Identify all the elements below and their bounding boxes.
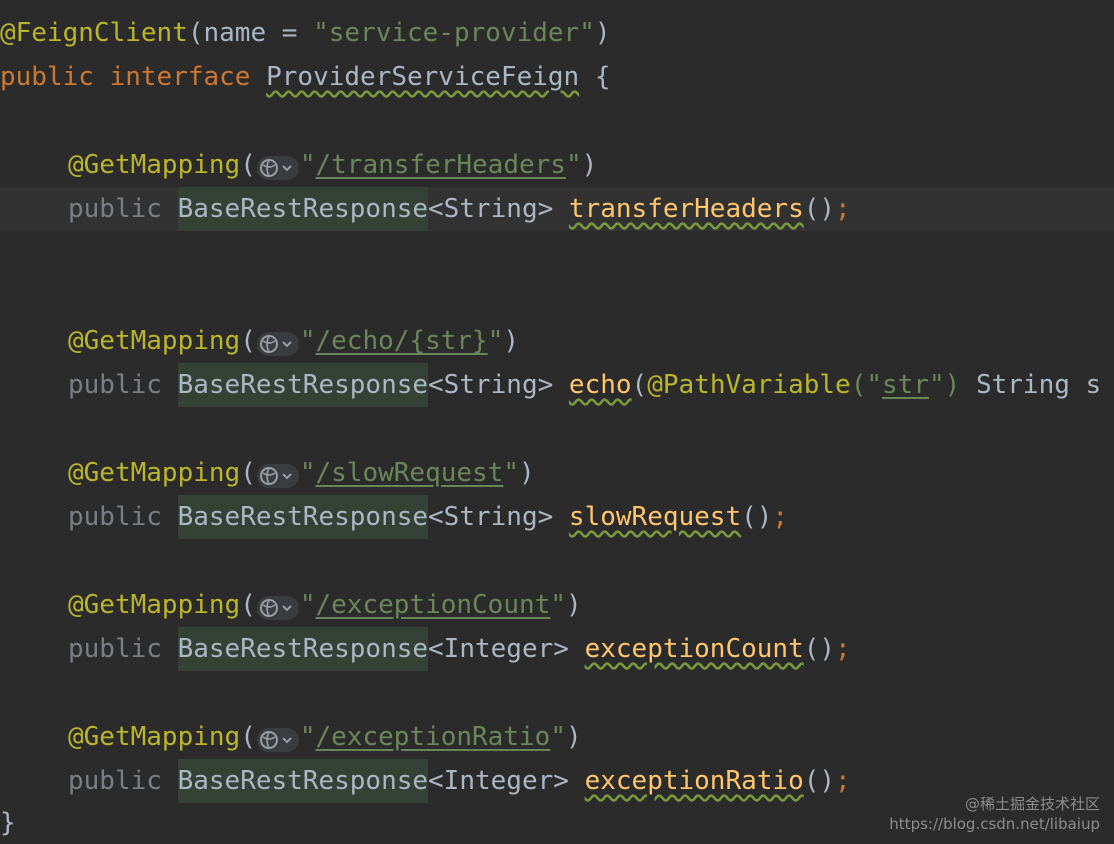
method-args: () (803, 194, 836, 224)
closing-brace: } (0, 808, 16, 838)
code-line-interface[interactable]: public interface ProviderServiceFeign { (0, 55, 1114, 99)
mapping-path[interactable]: /transferHeaders (316, 150, 566, 180)
semicolon: ; (835, 194, 851, 224)
quote: " (550, 590, 566, 620)
paren: ) (581, 150, 598, 180)
globe-icon[interactable] (256, 151, 300, 180)
path-variable-annotation: @PathVariable (647, 370, 851, 400)
equals: = (266, 18, 314, 48)
get-mapping-annotation: @GetMapping (68, 458, 241, 488)
code-line-mapping[interactable]: @GetMapping( "/echo/{str}") (0, 319, 1114, 363)
mapping-path[interactable]: /exceptionCount (316, 590, 551, 620)
return-type[interactable]: BaseRestResponse (177, 627, 429, 671)
generic-type: <String> (428, 502, 554, 532)
generic-type: <String> (428, 194, 554, 224)
feign-client-annotation: @FeignClient (0, 18, 188, 48)
code-line-method[interactable]: public BaseRestResponse<String> transfer… (0, 187, 1114, 231)
paren: ) (565, 590, 582, 620)
return-type[interactable]: BaseRestResponse (177, 187, 429, 231)
method-name[interactable]: exceptionRatio (585, 766, 804, 796)
paren: ( (240, 722, 256, 752)
code-editor[interactable]: @FeignClient(name = "service-provider") … (0, 0, 1114, 844)
paren: ) (565, 722, 582, 752)
quote: " (550, 722, 566, 752)
paren: ) (519, 458, 535, 488)
code-line-mapping[interactable]: @GetMapping( "/slowRequest") (0, 451, 1114, 495)
keyword-public: public (68, 370, 162, 400)
semicolon: ; (835, 766, 851, 796)
return-type[interactable]: BaseRestResponse (177, 495, 429, 539)
method-name[interactable]: exceptionCount (585, 634, 804, 664)
code-line-method[interactable]: public BaseRestResponse<Integer> excepti… (0, 627, 1114, 671)
code-line-method[interactable]: public BaseRestResponse<String> echo(@Pa… (0, 363, 1114, 407)
quote: " (299, 458, 316, 488)
method-name[interactable]: transferHeaders (569, 194, 804, 224)
return-type[interactable]: BaseRestResponse (177, 363, 429, 407)
code-line-mapping[interactable]: @GetMapping( "/transferHeaders") (0, 143, 1114, 187)
paren: ( (240, 326, 256, 356)
code-line-mapping[interactable]: @GetMapping( "/exceptionCount") (0, 583, 1114, 627)
param-type: String s (960, 370, 1102, 400)
keyword-interface: interface (109, 62, 251, 92)
keyword-public: public (68, 766, 162, 796)
quote: " (503, 458, 519, 488)
mapping-path[interactable]: /slowRequest (316, 458, 504, 488)
paren: ( (240, 590, 256, 620)
method-args: () (803, 766, 836, 796)
keyword-public: public (68, 194, 162, 224)
args-open: ( (631, 370, 648, 400)
quote: " (565, 150, 582, 180)
code-line-method[interactable]: public BaseRestResponse<String> slowRequ… (0, 495, 1114, 539)
keyword-public: public (68, 634, 162, 664)
watermark-line1: @稀土掘金技术社区 (964, 795, 1100, 813)
get-mapping-annotation: @GetMapping (68, 590, 241, 620)
code-line-mapping[interactable]: @GetMapping( "/exceptionRatio") (0, 715, 1114, 759)
get-mapping-annotation: @GetMapping (68, 150, 241, 180)
param-name: name (203, 18, 267, 48)
service-name-string: "service-provider" (313, 18, 595, 48)
paren: ( (240, 150, 256, 180)
return-type[interactable]: BaseRestResponse (177, 759, 429, 803)
globe-icon[interactable] (256, 327, 300, 356)
param-quote-close: ") (928, 370, 961, 400)
quote: " (299, 722, 316, 752)
method-args: () (803, 634, 836, 664)
keyword-public: public (68, 502, 162, 532)
method-args: () (741, 502, 773, 532)
generic-type: <Integer> (428, 634, 569, 664)
interface-name[interactable]: ProviderServiceFeign (266, 62, 579, 92)
mapping-path[interactable]: /echo/{str} (316, 326, 488, 356)
semicolon: ; (772, 502, 789, 532)
get-mapping-annotation: @GetMapping (68, 326, 241, 356)
globe-icon[interactable] (256, 591, 300, 620)
watermark: @稀土掘金技术社区 https://blog.csdn.net/libaiup (889, 794, 1100, 834)
paren: ) (503, 326, 519, 356)
path-variable-value[interactable]: str (882, 370, 929, 400)
mapping-path[interactable]: /exceptionRatio (316, 722, 551, 752)
generic-type: <Integer> (428, 766, 569, 796)
get-mapping-annotation: @GetMapping (68, 722, 241, 752)
watermark-line2: https://blog.csdn.net/libaiup (889, 815, 1100, 833)
quote: " (299, 326, 316, 356)
open-brace: { (579, 62, 611, 92)
semicolon: ; (835, 634, 851, 664)
generic-type: <String> (428, 370, 554, 400)
paren: ( (187, 18, 204, 48)
globe-icon[interactable] (256, 459, 300, 488)
keyword-public: public (0, 62, 94, 92)
paren: ) (594, 18, 611, 48)
param-quote-open: (" (850, 370, 883, 400)
quote: " (299, 590, 316, 620)
quote: " (487, 326, 504, 356)
method-name[interactable]: echo (569, 370, 632, 400)
globe-icon[interactable] (256, 723, 300, 752)
paren: ( (240, 458, 256, 488)
method-name[interactable]: slowRequest (569, 502, 741, 532)
quote: " (299, 150, 316, 180)
code-line-feign-client[interactable]: @FeignClient(name = "service-provider") (0, 11, 1114, 55)
